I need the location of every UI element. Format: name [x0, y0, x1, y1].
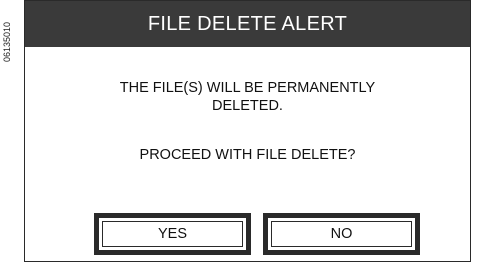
dialog-message: THE FILE(S) WILL BE PERMANENTLY DELETED.	[25, 79, 470, 115]
yes-button[interactable]: YES	[102, 221, 243, 247]
yes-button-frame: YES	[94, 213, 251, 255]
dialog-title-bar: FILE DELETE ALERT	[25, 1, 470, 47]
no-button-frame: NO	[263, 213, 420, 255]
dialog-title: FILE DELETE ALERT	[147, 12, 348, 35]
file-delete-alert-dialog: FILE DELETE ALERT THE FILE(S) WILL BE PE…	[24, 0, 471, 262]
message-line-1: THE FILE(S) WILL BE PERMANENTLY	[119, 80, 376, 96]
dialog-prompt: PROCEED WITH FILE DELETE?	[139, 147, 356, 163]
message-line-2: DELETED.	[212, 98, 283, 114]
no-button[interactable]: NO	[271, 221, 412, 247]
figure-code-text: 06135010	[2, 21, 12, 62]
